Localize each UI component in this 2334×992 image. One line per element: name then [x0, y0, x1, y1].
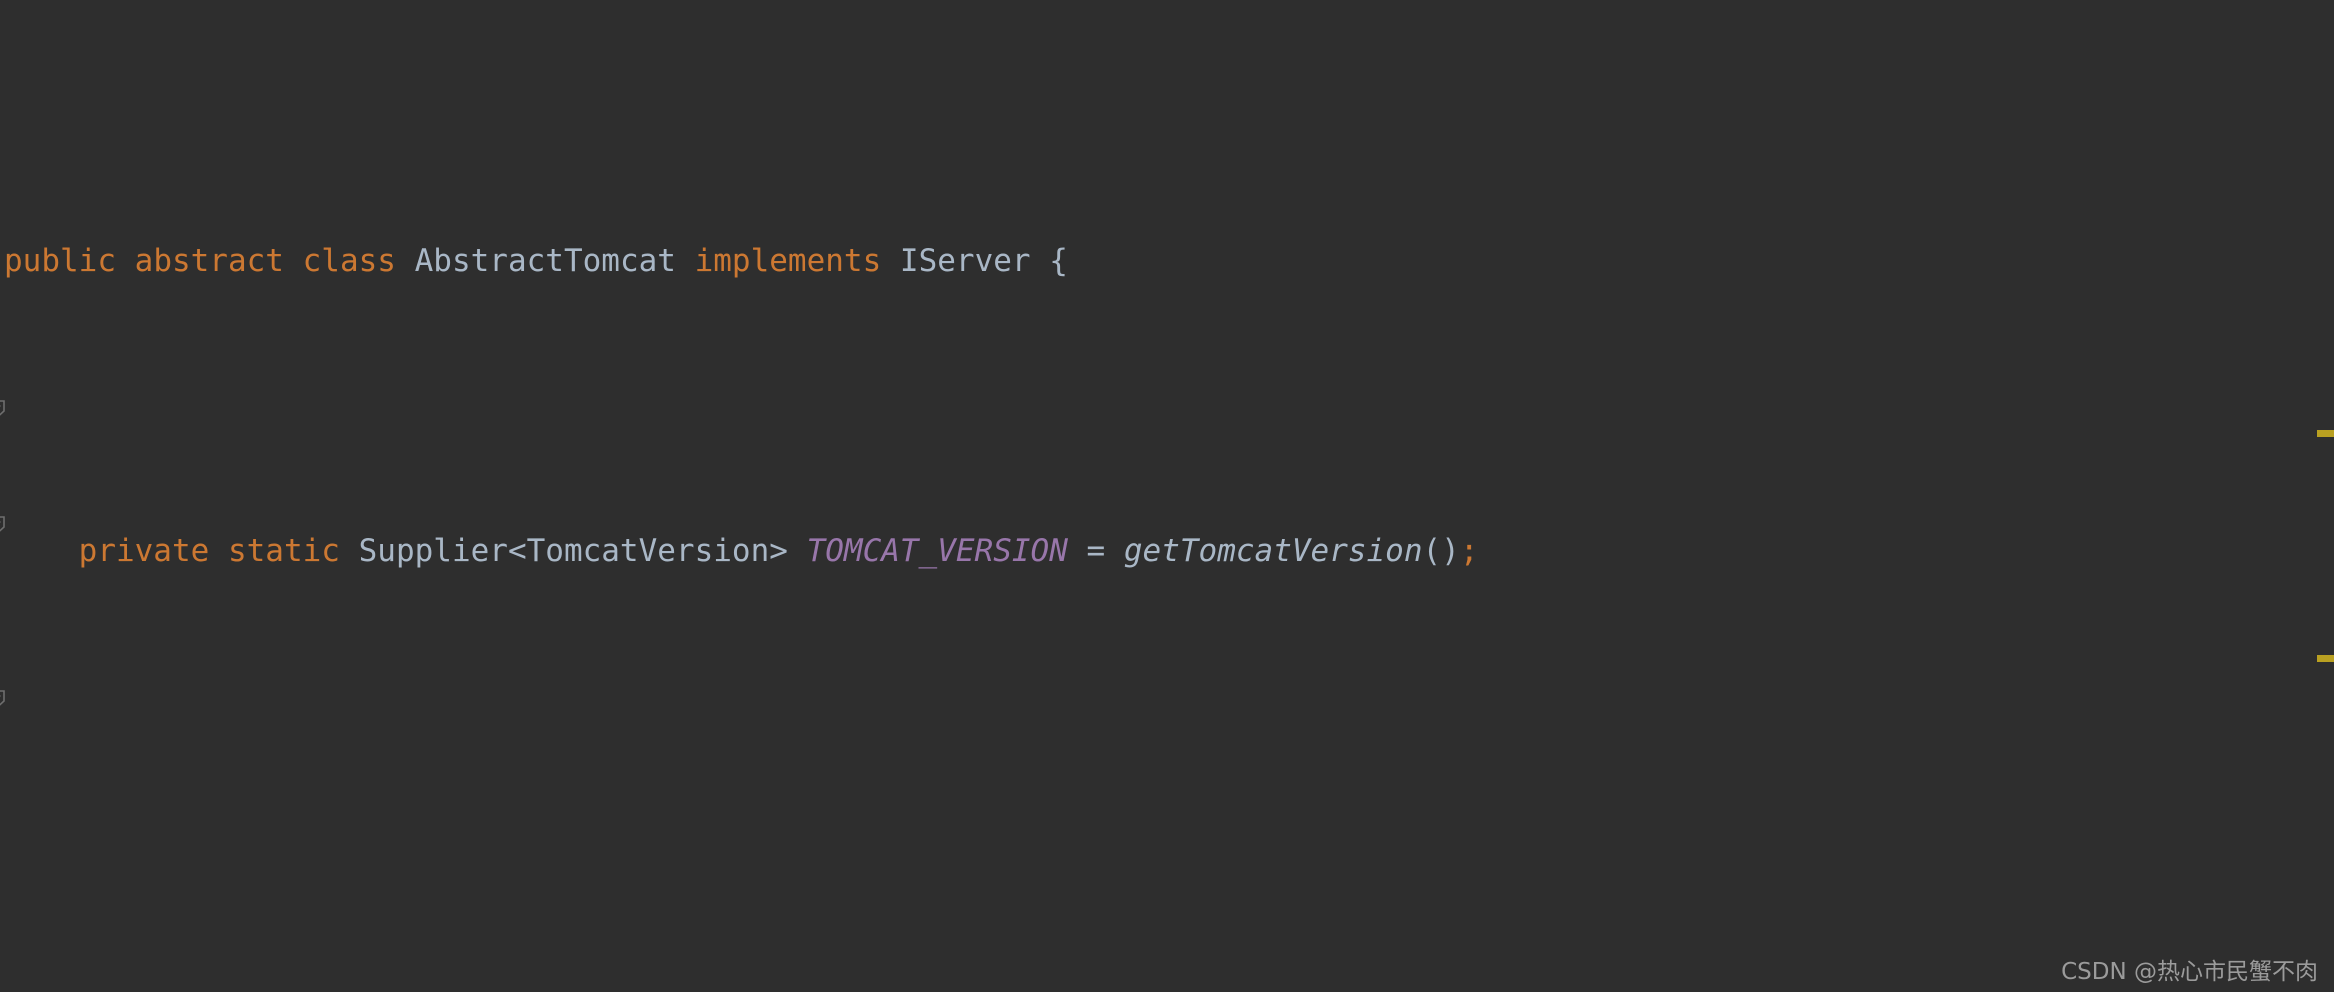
parens: () [1422, 533, 1460, 569]
operator-assign: = [1086, 533, 1106, 569]
keyword-abstract: abstract [134, 243, 284, 279]
code-line: private static Supplier<TomcatVersion> T… [0, 522, 2334, 580]
keyword-class: class [302, 243, 396, 279]
interface-name-iserver: IServer [899, 243, 1031, 279]
keyword-implements: implements [694, 243, 882, 279]
field-tomcat-version: TOMCAT_VERSION [806, 533, 1068, 569]
class-name-abstracttomcat: AbstractTomcat [414, 243, 676, 279]
csdn-watermark: CSDN @热心市民蟹不肉 [2061, 959, 2318, 985]
semicolon: ; [1459, 533, 1479, 569]
keyword-private: private [78, 533, 210, 569]
type-supplier-tomcatversion: Supplier<TomcatVersion> [358, 533, 788, 569]
keyword-static: static [227, 533, 340, 569]
code-content[interactable]: public abstract class AbstractTomcat imp… [0, 0, 2334, 992]
method-call-gettomcatversion: getTomcatVersion [1123, 533, 1423, 569]
keyword-public: public [4, 243, 116, 279]
code-editor[interactable]: public abstract class AbstractTomcat imp… [0, 0, 2334, 992]
code-line: public abstract class AbstractTomcat imp… [0, 232, 2334, 290]
brace-open: { [1049, 243, 1068, 279]
